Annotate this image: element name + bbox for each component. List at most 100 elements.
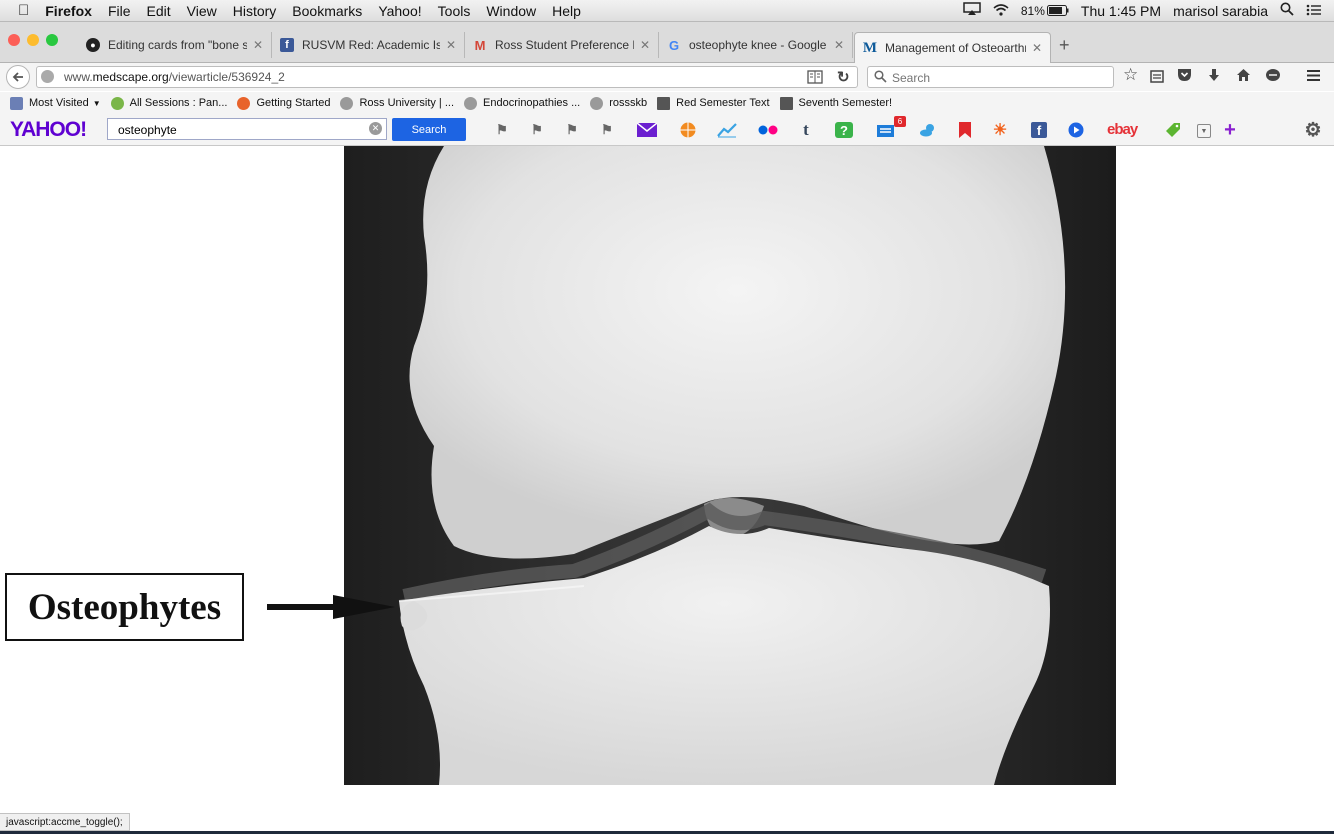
google-favicon-icon: G bbox=[668, 37, 680, 53]
flag-icon bbox=[779, 96, 793, 110]
home-icon[interactable] bbox=[1236, 68, 1251, 85]
dropdown-icon[interactable]: ▼ bbox=[1197, 124, 1211, 138]
tab-editing-cards[interactable]: ● Editing cards from "bone s... ✕ bbox=[78, 32, 272, 58]
flickr-icon[interactable] bbox=[758, 122, 778, 138]
yahoo-toolbar: YAHOO! ✕ Search ⚑ ⚑ ⚑ ⚑ t ? 6 ☀ f ebay ▼… bbox=[0, 114, 1334, 146]
notification-center-icon[interactable] bbox=[1300, 3, 1334, 19]
flag-icon[interactable]: ⚑ bbox=[494, 122, 510, 138]
tab-ross-student-preference[interactable]: M Ross Student Preference F... ✕ bbox=[465, 32, 659, 58]
hamburger-menu-icon[interactable] bbox=[1306, 69, 1321, 85]
osteophytes-label: Osteophytes bbox=[27, 586, 222, 628]
weather-icon[interactable] bbox=[919, 122, 937, 138]
globe-icon bbox=[340, 96, 354, 110]
reader-view-icon[interactable] bbox=[807, 70, 823, 87]
sports-icon[interactable] bbox=[680, 122, 696, 138]
bookmark-icon[interactable] bbox=[957, 122, 973, 138]
chat-icon[interactable] bbox=[1265, 68, 1281, 86]
app-menu[interactable]: Firefox bbox=[37, 3, 100, 19]
tab-medscape-management[interactable]: M Management of Osteoarthri... ✕ bbox=[854, 32, 1051, 63]
osteophyte-arrow-icon bbox=[267, 595, 395, 619]
search-icon bbox=[874, 70, 887, 86]
site-identity-icon[interactable] bbox=[41, 70, 54, 83]
finance-icon[interactable] bbox=[717, 122, 737, 138]
menu-view[interactable]: View bbox=[179, 3, 225, 19]
yahoo-logo[interactable]: YAHOO! bbox=[10, 118, 87, 142]
yahoo-search-field[interactable]: ✕ bbox=[107, 118, 387, 140]
bookmarks-toolbar: Most Visited ▼ All Sessions : Pan... Gett… bbox=[0, 92, 1334, 114]
menu-yahoo[interactable]: Yahoo! bbox=[370, 3, 429, 19]
menu-tools[interactable]: Tools bbox=[430, 3, 479, 19]
close-tab-icon[interactable]: ✕ bbox=[834, 38, 844, 52]
facebook-icon[interactable]: f bbox=[1031, 122, 1047, 138]
bookmark-most-visited[interactable]: Most Visited ▼ bbox=[10, 96, 101, 110]
spotlight-icon[interactable] bbox=[1274, 2, 1300, 19]
coupon-tag-icon[interactable] bbox=[1165, 122, 1181, 138]
back-button[interactable] bbox=[6, 65, 30, 89]
add-icon[interactable]: + bbox=[1222, 119, 1238, 141]
battery-icon[interactable] bbox=[1046, 3, 1075, 19]
flag-icon[interactable]: ⚑ bbox=[529, 122, 545, 138]
medscape-favicon-icon: M bbox=[862, 39, 878, 56]
ebay-icon[interactable]: ebay bbox=[1107, 121, 1138, 138]
reading-list-icon[interactable] bbox=[1150, 69, 1164, 86]
url-text[interactable]: www.medscape.org/viewarticle/536924_2 bbox=[64, 70, 285, 84]
horoscope-icon[interactable]: ☀ bbox=[992, 122, 1008, 139]
pocket-icon[interactable] bbox=[1177, 68, 1192, 85]
video-play-icon[interactable] bbox=[1068, 122, 1084, 138]
gmail-favicon-icon: M bbox=[474, 37, 486, 53]
bookmark-getting-started[interactable]: Getting Started bbox=[237, 96, 330, 110]
minimize-window-button[interactable] bbox=[27, 34, 39, 46]
knee-xray-image bbox=[344, 146, 1116, 785]
battery-percent[interactable]: 81% bbox=[1015, 4, 1047, 18]
flag-icon[interactable]: ⚑ bbox=[564, 122, 580, 138]
menu-edit[interactable]: Edit bbox=[139, 3, 179, 19]
menu-window[interactable]: Window bbox=[478, 3, 544, 19]
search-input[interactable] bbox=[890, 69, 1109, 87]
answers-icon[interactable]: ? bbox=[835, 122, 853, 138]
clear-search-icon[interactable]: ✕ bbox=[369, 122, 382, 135]
bookmark-star-icon[interactable]: ☆ bbox=[1123, 65, 1138, 85]
user-name[interactable]: marisol sarabia bbox=[1167, 3, 1274, 19]
url-domain: medscape.org bbox=[92, 70, 169, 84]
close-tab-icon[interactable]: ✕ bbox=[640, 38, 650, 52]
search-bar[interactable] bbox=[867, 66, 1114, 88]
tumblr-icon[interactable]: t bbox=[798, 120, 814, 139]
bookmark-endocrinopathies[interactable]: Endocrinopathies ... bbox=[464, 96, 580, 110]
settings-gear-icon[interactable]: ⚙ bbox=[1304, 120, 1321, 141]
close-tab-icon[interactable]: ✕ bbox=[1032, 41, 1042, 55]
yahoo-search-input[interactable] bbox=[116, 121, 360, 139]
downloads-icon[interactable] bbox=[1207, 68, 1221, 86]
clock[interactable]: Thu 1:45 PM bbox=[1075, 3, 1167, 19]
tab-rusvm-red[interactable]: f RUSVM Red: Academic Iss... ✕ bbox=[272, 32, 465, 58]
close-window-button[interactable] bbox=[8, 34, 20, 46]
close-tab-icon[interactable]: ✕ bbox=[253, 38, 263, 52]
osteophytes-label-box: Osteophytes bbox=[5, 573, 244, 641]
bookmark-rossskb[interactable]: rossskb bbox=[590, 96, 647, 110]
wifi-icon[interactable] bbox=[987, 3, 1015, 19]
bookmark-red-semester-text[interactable]: Red Semester Text bbox=[657, 96, 770, 110]
news-icon[interactable] bbox=[876, 122, 896, 138]
url-bar[interactable]: www.medscape.org/viewarticle/536924_2 ↻ bbox=[36, 66, 858, 88]
airplay-icon[interactable] bbox=[957, 2, 987, 19]
bookmark-seventh-semester[interactable]: Seventh Semester! bbox=[779, 96, 892, 110]
tab-google-search[interactable]: G osteophyte knee - Google ... ✕ bbox=[659, 32, 853, 58]
url-prefix: www. bbox=[64, 70, 93, 84]
news-badge: 6 bbox=[894, 116, 906, 127]
flag-icon[interactable]: ⚑ bbox=[599, 122, 615, 138]
new-tab-button[interactable]: + bbox=[1059, 35, 1070, 56]
menu-history[interactable]: History bbox=[225, 3, 285, 19]
zoom-window-button[interactable] bbox=[46, 34, 58, 46]
status-bar: javascript:accme_toggle(); bbox=[0, 813, 130, 831]
reload-icon[interactable]: ↻ bbox=[837, 68, 850, 86]
menu-help[interactable]: Help bbox=[544, 3, 589, 19]
mail-icon[interactable] bbox=[637, 122, 657, 138]
folder-icon bbox=[10, 96, 23, 110]
bookmark-all-sessions[interactable]: All Sessions : Pan... bbox=[110, 96, 227, 110]
yahoo-search-button[interactable]: Search bbox=[392, 118, 466, 141]
navigation-bar: www.medscape.org/viewarticle/536924_2 ↻ … bbox=[0, 63, 1334, 91]
menu-file[interactable]: File bbox=[100, 3, 139, 19]
bookmark-ross-university[interactable]: Ross University | ... bbox=[340, 96, 454, 110]
menu-bookmarks[interactable]: Bookmarks bbox=[284, 3, 370, 19]
apple-menu-icon[interactable]:  bbox=[0, 2, 37, 19]
close-tab-icon[interactable]: ✕ bbox=[446, 38, 456, 52]
